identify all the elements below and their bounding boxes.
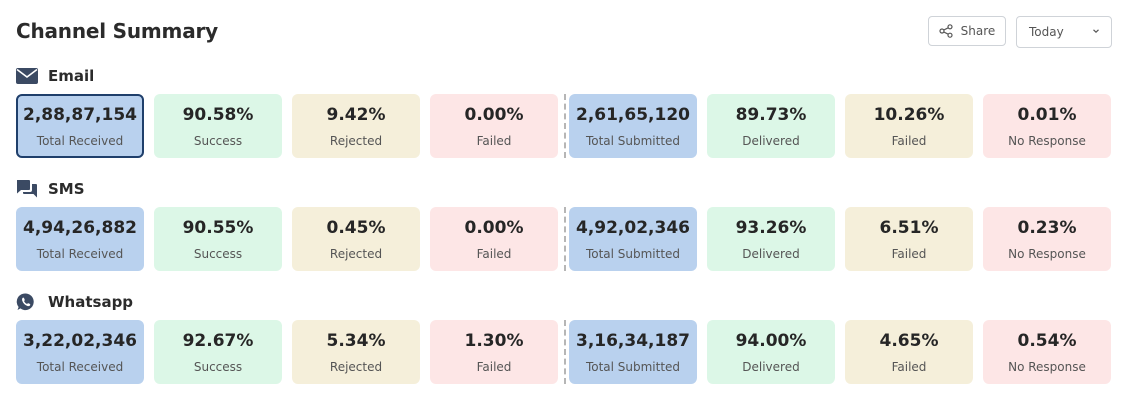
share-button[interactable]: Share (928, 16, 1006, 46)
section-divider (564, 207, 566, 271)
tile-label: Rejected (329, 134, 383, 148)
tile-label: Failed (476, 247, 512, 261)
tile-label: Total Submitted (585, 247, 681, 261)
tile-failed[interactable]: 0.00% Failed (430, 94, 558, 158)
tile-value: 2,88,87,154 (22, 105, 137, 125)
tile-label: Failed (891, 360, 927, 374)
tile-success[interactable]: 90.55% Success (154, 207, 282, 271)
tile-failed-delivery[interactable]: 10.26% Failed (845, 94, 973, 158)
tile-failed[interactable]: 0.00% Failed (430, 207, 558, 271)
tile-label: Delivered (742, 134, 800, 148)
mail-icon (16, 66, 40, 86)
tile-label: Total Submitted (585, 360, 681, 374)
tile-label: No Response (1008, 360, 1086, 374)
tile-value: 0.54% (1017, 331, 1077, 351)
tile-total-received[interactable]: 2,88,87,154 Total Received (16, 94, 144, 158)
tile-delivered[interactable]: 94.00% Delivered (707, 320, 835, 384)
section-header: Whatsapp (16, 290, 133, 314)
section-header: SMS (16, 177, 85, 201)
tile-value: 5.34% (326, 331, 386, 351)
tile-value: 1.30% (464, 331, 524, 351)
tile-label: Failed (891, 247, 927, 261)
tile-value: 0.23% (1017, 218, 1077, 238)
tile-value: 9.42% (326, 105, 386, 125)
tile-label: Failed (891, 134, 927, 148)
tile-label: Total Received (36, 360, 124, 374)
tile-value: 0.00% (464, 218, 524, 238)
tile-value: 0.01% (1017, 105, 1077, 125)
tile-no-response[interactable]: 0.23% No Response (983, 207, 1111, 271)
tile-value: 89.73% (735, 105, 807, 125)
tile-label: Total Received (36, 247, 124, 261)
section-divider (564, 320, 566, 384)
tile-label: Success (193, 360, 243, 374)
whatsapp-icon (16, 292, 40, 312)
tile-value: 94.00% (735, 331, 807, 351)
tile-delivered[interactable]: 89.73% Delivered (707, 94, 835, 158)
tile-value: 0.00% (464, 105, 524, 125)
section-title: Whatsapp (48, 293, 134, 311)
page-header: Channel Summary Share Today (16, 16, 1112, 48)
section-header: Email (16, 64, 94, 88)
chevron-down-icon (1093, 29, 1099, 34)
tile-value: 2,61,65,120 (575, 105, 690, 125)
share-label: Share (960, 24, 996, 38)
tile-value: 4.65% (879, 331, 939, 351)
tile-total-submitted[interactable]: 3,16,34,187 Total Submitted (569, 320, 697, 384)
tile-label: No Response (1008, 134, 1086, 148)
tile-label: Total Submitted (585, 134, 681, 148)
tile-label: Delivered (742, 247, 800, 261)
tile-total-received[interactable]: 4,94,26,882 Total Received (16, 207, 144, 271)
section-divider (564, 94, 566, 158)
tile-failed-delivery[interactable]: 4.65% Failed (845, 320, 973, 384)
tile-value: 92.67% (182, 331, 254, 351)
tile-failed-delivery[interactable]: 6.51% Failed (845, 207, 973, 271)
date-range-select[interactable]: Today (1016, 16, 1112, 48)
tile-failed[interactable]: 1.30% Failed (430, 320, 558, 384)
tile-total-submitted[interactable]: 4,92,02,346 Total Submitted (569, 207, 697, 271)
tile-value: 3,16,34,187 (575, 331, 690, 351)
tile-total-received[interactable]: 3,22,02,346 Total Received (16, 320, 144, 384)
tile-value: 90.55% (182, 218, 254, 238)
tile-value: 10.26% (873, 105, 945, 125)
tile-label: No Response (1008, 247, 1086, 261)
tile-value: 4,94,26,882 (22, 218, 137, 238)
tile-rejected[interactable]: 0.45% Rejected (292, 207, 420, 271)
share-icon (939, 24, 953, 38)
tile-delivered[interactable]: 93.26% Delivered (707, 207, 835, 271)
tile-no-response[interactable]: 0.54% No Response (983, 320, 1111, 384)
tile-label: Rejected (329, 360, 383, 374)
section-title: Email (48, 67, 95, 85)
tile-label: Success (193, 134, 243, 148)
section-title: SMS (48, 180, 85, 198)
chat-icon (16, 179, 40, 199)
tile-label: Total Received (36, 134, 124, 148)
tile-value: 6.51% (879, 218, 939, 238)
tile-label: Rejected (329, 247, 383, 261)
tile-value: 90.58% (182, 105, 254, 125)
tile-rejected[interactable]: 5.34% Rejected (292, 320, 420, 384)
tile-label: Delivered (742, 360, 800, 374)
tile-no-response[interactable]: 0.01% No Response (983, 94, 1111, 158)
tile-value: 4,92,02,346 (575, 218, 690, 238)
tile-label: Failed (476, 360, 512, 374)
tile-rejected[interactable]: 9.42% Rejected (292, 94, 420, 158)
date-range-value: Today (1029, 25, 1064, 39)
tile-success[interactable]: 90.58% Success (154, 94, 282, 158)
page-title: Channel Summary (16, 19, 218, 43)
tile-label: Failed (476, 134, 512, 148)
tile-label: Success (193, 247, 243, 261)
tile-success[interactable]: 92.67% Success (154, 320, 282, 384)
tile-value: 0.45% (326, 218, 386, 238)
tile-value: 3,22,02,346 (22, 331, 137, 351)
tile-total-submitted[interactable]: 2,61,65,120 Total Submitted (569, 94, 697, 158)
tile-value: 93.26% (735, 218, 807, 238)
